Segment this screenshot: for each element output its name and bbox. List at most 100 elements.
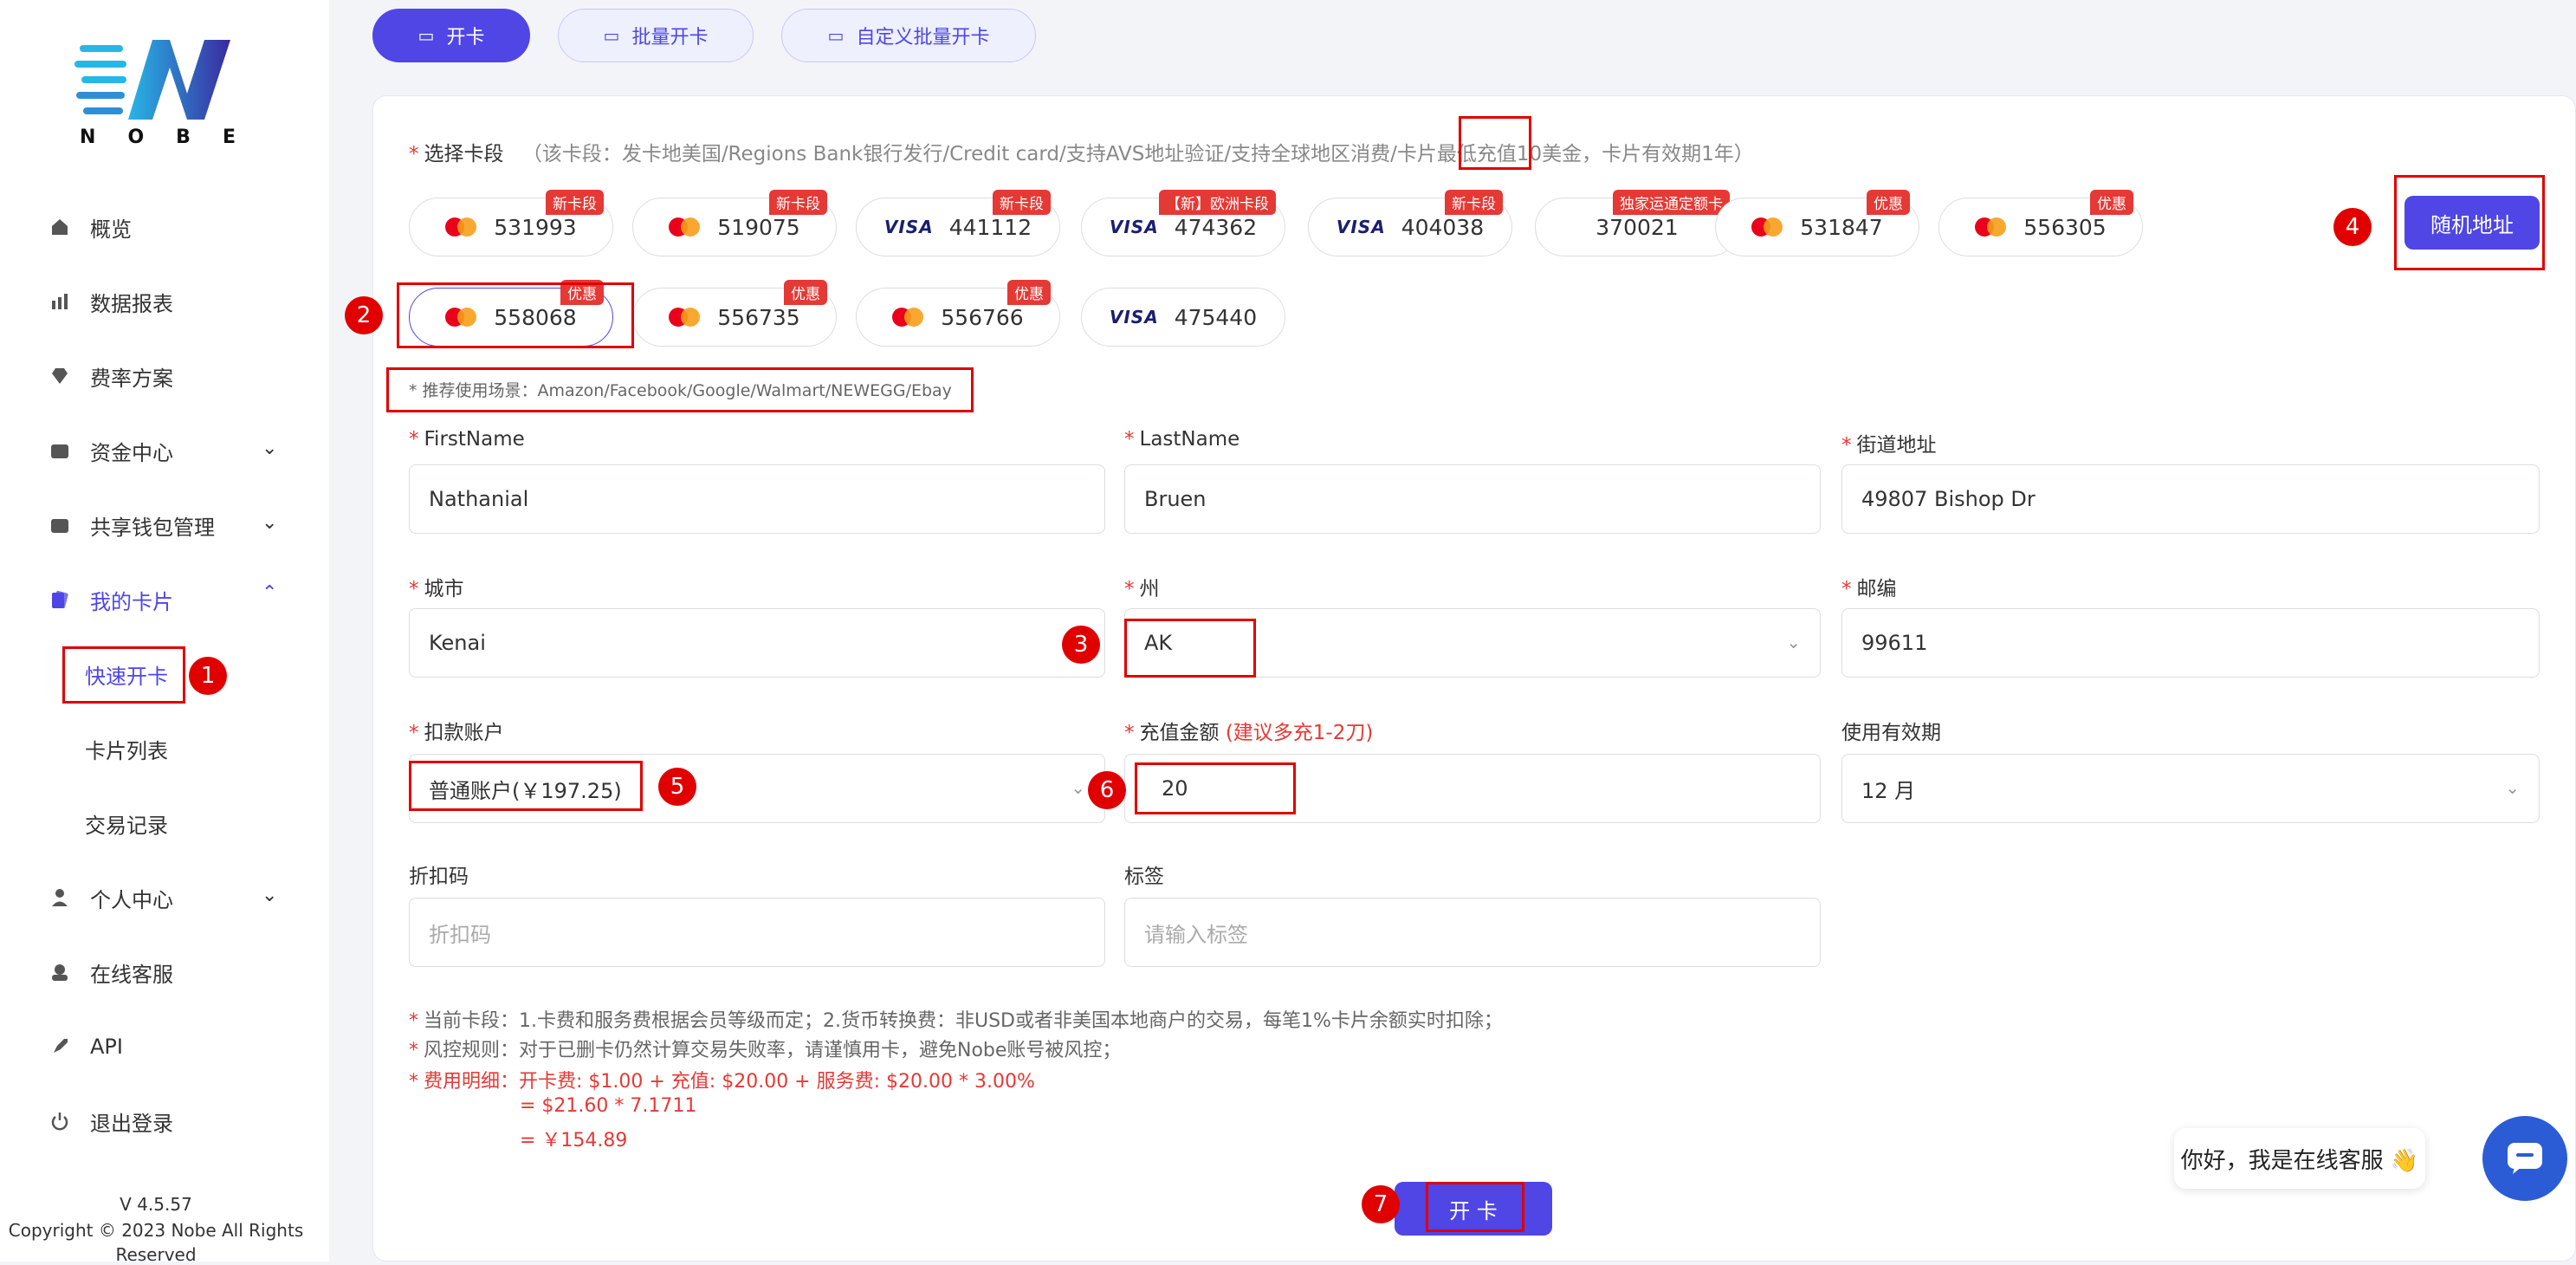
amount-input[interactable]: 20 [1124,754,1821,823]
visa-icon: VISA [883,217,934,237]
sidebar-item-support[interactable]: 在线客服 [47,946,173,998]
copyright-text-2: Reserved [115,1244,197,1265]
state-select[interactable]: AK ⌄ [1124,608,1821,678]
tab-open-card[interactable]: ▭ 开卡 [372,9,530,62]
sidebar: NOBE 概览 数据报表 费率方案 资金中心 ⌄ 共享钱包管理 ⌄ 我的卡片 ⌃… [0,0,329,1265]
card-badge: 优惠 [1007,280,1051,305]
power-icon [47,1108,73,1134]
mastercard-icon [445,217,477,237]
sidebar-item-funds[interactable]: 资金中心 [47,425,173,477]
chevron-down-icon[interactable]: ⌄ [262,512,277,534]
lastname-input[interactable]: Bruen [1124,464,1821,534]
visa-icon: VISA [1109,307,1159,328]
annotation-marker-1: 1 [189,657,227,695]
home-icon [47,214,73,240]
card-bin-556735[interactable]: 556735 优惠 [632,280,837,347]
zip-label: * 邮编 [1841,578,1897,600]
chevron-down-icon[interactable]: ⌄ [262,438,277,459]
rocket-icon [47,1034,73,1060]
account-label: * 扣款账户 [409,722,504,744]
diamond-icon [47,363,73,389]
sidebar-item-logout[interactable]: 退出登录 [47,1095,173,1147]
tab-custom-batch-open[interactable]: ▭ 自定义批量开卡 [781,9,1036,62]
street-label: * 街道地址 [1841,434,1937,457]
card-badge: 新卡段 [546,190,604,215]
note-fee-detail: * 费用明细：开卡费: $1.00 + 充值: $20.00 + 服务费: $20… [409,1071,1035,1093]
support-icon [47,959,73,985]
street-input[interactable]: 49807 Bishop Dr [1841,464,2540,534]
account-select[interactable]: 普通账户(￥197.25) ⌄ [409,754,1105,823]
chat-button[interactable] [2482,1116,2567,1201]
card-badge: 优惠 [784,280,827,305]
card-badge: 独家运通定额卡 [1613,190,1730,215]
note-fee-total: = ￥154.89 [520,1130,628,1151]
card-bin-531847[interactable]: 531847 优惠 [1715,190,1919,256]
sidebar-item-overview[interactable]: 概览 [47,201,132,253]
wallet-icon [47,438,73,464]
visa-icon: VISA [1109,217,1159,237]
card-bin-474362[interactable]: VISA 474362 【新】欧洲卡段 [1081,190,1285,256]
chart-icon [47,289,73,315]
card-bin-556305[interactable]: 556305 优惠 [1938,190,2143,256]
annotation-marker-4: 4 [2333,208,2372,246]
mastercard-icon [892,308,924,327]
annotation-marker-3: 3 [1062,626,1100,664]
chevron-down-icon: ⌄ [1071,777,1085,798]
discount-input[interactable]: 折扣码 [409,898,1105,967]
chevron-down-icon[interactable]: ⌄ [262,885,277,906]
annotation-marker-2: 2 [345,296,383,334]
validity-select[interactable]: 12 月 ⌄ [1841,754,2540,823]
card-bin-370021[interactable]: 370021 独家运通定额卡 [1535,190,1739,256]
card-badge: 新卡段 [1445,190,1503,215]
chat-icon [2508,1143,2542,1174]
note-risk-control: * 风控规则：对于已删卡仍然计算交易失败率，请谨慎用卡，避免Nobe账号被风控； [409,1040,1122,1061]
firstname-label: * FirstName [409,428,525,451]
sidebar-subitem-transactions[interactable]: 交易记录 [85,797,168,849]
open-card-submit-button[interactable]: 开 卡 [1395,1182,1552,1236]
card-bin-531993[interactable]: 531993 新卡段 [409,190,613,256]
cards-icon: ▭ [603,25,620,46]
mastercard-icon [1975,217,2007,237]
note-card-segment: * 当前卡段：1.卡费和服务费根据会员等级而定；2.货币转换费：非USD或者非美国… [409,1010,1503,1032]
visa-icon: VISA [1336,217,1386,237]
annotation-marker-6: 6 [1088,771,1126,809]
mastercard-icon [669,308,701,327]
tag-label: 标签 [1124,866,1164,888]
tab-batch-open[interactable]: ▭ 批量开卡 [558,9,754,62]
sidebar-subitem-card-list[interactable]: 卡片列表 [85,723,168,775]
firstname-input[interactable]: Nathanial [409,464,1105,534]
sidebar-subitem-quick-open[interactable]: 快速开卡 [85,648,168,700]
cards-icon [47,587,73,613]
sidebar-item-shared-wallet[interactable]: 共享钱包管理 [47,499,215,551]
wallet-icon [47,512,73,538]
discount-label: 折扣码 [409,866,469,888]
city-label: * 城市 [409,578,464,600]
sidebar-item-api[interactable]: API [47,1021,123,1073]
sidebar-item-rates[interactable]: 费率方案 [47,350,173,402]
chat-greeting[interactable]: 你好，我是在线客服 👋 [2174,1128,2425,1189]
chevron-up-icon[interactable]: ⌃ [262,582,277,604]
state-label: * 州 [1124,578,1160,600]
chevron-down-icon: ⌄ [1786,632,1801,652]
random-address-button[interactable]: 随机地址 [2404,196,2540,250]
zip-input[interactable]: 99611 [1841,608,2540,678]
card-badge: 优惠 [1867,190,1910,215]
card-bin-556766[interactable]: 556766 优惠 [856,280,1060,347]
logo-text: NOBE [80,126,236,148]
sidebar-item-profile[interactable]: 个人中心 [47,872,173,924]
city-input[interactable]: Kenai [409,608,1105,678]
tag-input[interactable]: 请输入标签 [1124,898,1821,967]
sidebar-item-reports[interactable]: 数据报表 [47,276,173,328]
annotation-marker-5: 5 [658,768,696,806]
card-bin-404038[interactable]: VISA 404038 新卡段 [1308,190,1512,256]
card-bin-519075[interactable]: 519075 新卡段 [632,190,837,256]
amount-label: * 充值金额 (建议多充1-2刀) [1124,722,1374,744]
card-bin-558068[interactable]: 558068 优惠 [409,280,613,347]
card-bin-441112[interactable]: VISA 441112 新卡段 [856,190,1060,256]
usage-scenario-text: * 推荐使用场景：Amazon/Facebook/Google/Walmart/… [409,381,952,400]
card-segment-label: * 选择卡段 （该卡段：发卡地美国/Regions Bank银行发行/Credit… [409,143,1754,165]
user-icon [47,885,73,911]
card-bin-475440[interactable]: VISA 475440 [1081,288,1285,347]
sidebar-item-my-cards[interactable]: 我的卡片 [47,574,173,626]
lastname-label: * LastName [1124,428,1240,451]
